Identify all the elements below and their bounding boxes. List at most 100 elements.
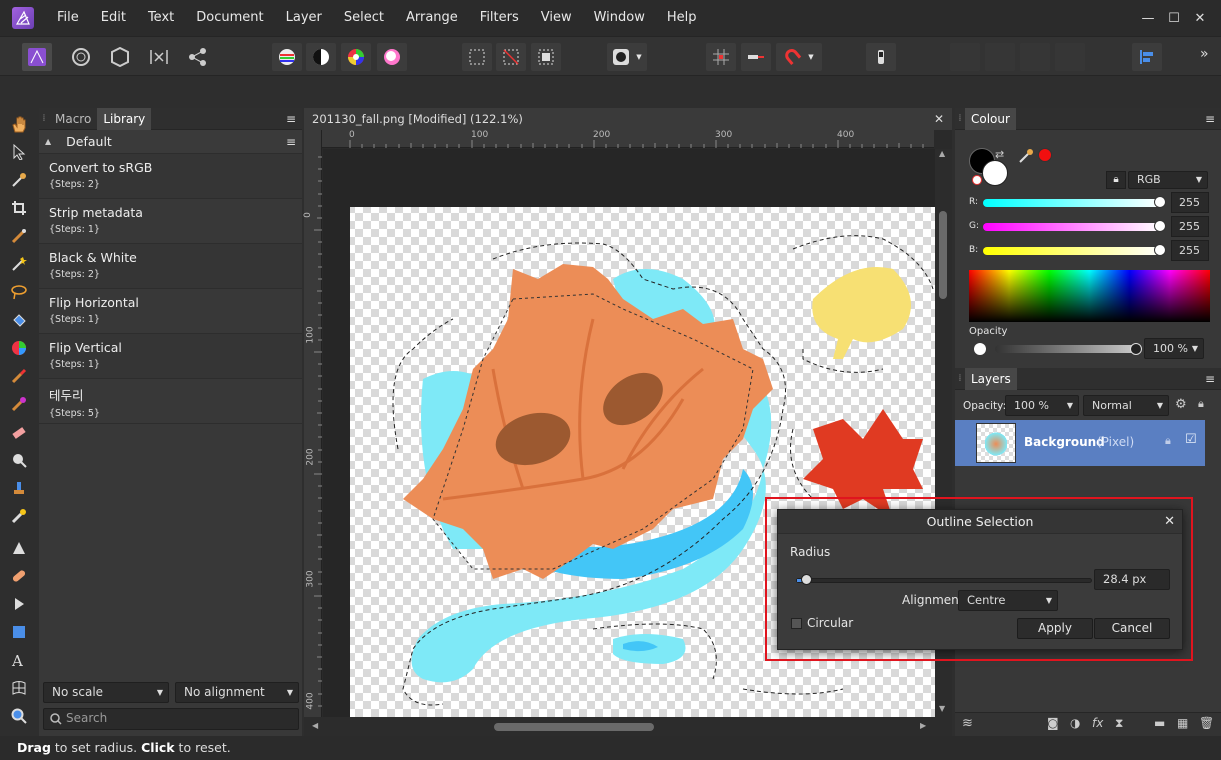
colour-opacity-handle[interactable] bbox=[1130, 343, 1142, 355]
color-picker-icon[interactable] bbox=[9, 170, 29, 190]
paint-brush-icon[interactable] bbox=[9, 366, 29, 386]
list-item[interactable]: Black & White {Steps: 2} bbox=[39, 244, 302, 289]
liquify-persona-icon[interactable] bbox=[66, 43, 96, 71]
color-spectrum[interactable] bbox=[969, 270, 1210, 322]
panel-menu-icon[interactable]: ≡ bbox=[1205, 372, 1215, 386]
snapping-magnet-icon[interactable]: ▼ bbox=[776, 43, 822, 71]
zoom-icon[interactable] bbox=[9, 706, 29, 726]
develop-persona-icon[interactable] bbox=[105, 43, 135, 71]
node-tool-icon[interactable] bbox=[9, 594, 29, 614]
menu-select[interactable]: Select bbox=[333, 0, 395, 36]
menu-text[interactable]: Text bbox=[137, 0, 185, 36]
flood-fill-icon[interactable] bbox=[9, 310, 29, 330]
layer-stack-icon[interactable]: ≋ bbox=[962, 716, 973, 731]
list-item[interactable]: Convert to sRGB {Steps: 2} bbox=[39, 154, 302, 199]
deselect-icon[interactable] bbox=[496, 43, 526, 71]
eyedropper-icon[interactable] bbox=[1018, 148, 1034, 167]
menu-filters[interactable]: Filters bbox=[469, 0, 530, 36]
delete-layer-icon[interactable]: 🗑︎ bbox=[1199, 716, 1214, 730]
mask-layer-icon[interactable]: ◙ bbox=[1047, 716, 1059, 730]
red-value-input[interactable]: 255 bbox=[1171, 192, 1209, 213]
blue-slider-handle[interactable] bbox=[1154, 244, 1166, 256]
menu-edit[interactable]: Edit bbox=[90, 0, 137, 36]
list-item[interactable]: Flip Horizontal {Steps: 1} bbox=[39, 289, 302, 334]
close-window-button[interactable]: ✕ bbox=[1187, 5, 1213, 31]
minimize-button[interactable]: — bbox=[1135, 5, 1161, 31]
tab-layers[interactable]: Layers bbox=[965, 367, 1017, 390]
select-all-icon[interactable] bbox=[462, 43, 492, 71]
quick-mask-icon[interactable]: ▼ bbox=[607, 43, 647, 71]
menu-arrange[interactable]: Arrange bbox=[395, 0, 469, 36]
vertical-scroll-thumb[interactable] bbox=[939, 211, 947, 299]
colour-opacity-input[interactable]: 100 % ▼ bbox=[1144, 338, 1204, 359]
layers-opacity-input[interactable]: 100 % ▼ bbox=[1005, 395, 1079, 416]
collapse-triangle-icon[interactable]: ▲ bbox=[45, 137, 51, 146]
layer-settings-gear-icon[interactable]: ⚙ bbox=[1175, 397, 1187, 412]
tone-mapping-persona-icon[interactable] bbox=[144, 43, 174, 71]
alignment-select[interactable]: No alignment ▼ bbox=[175, 682, 299, 703]
blue-slider[interactable] bbox=[983, 247, 1160, 255]
panel-menu-icon[interactable]: ≡ bbox=[1205, 112, 1215, 126]
color-model-select[interactable]: RGB ▼ bbox=[1128, 171, 1208, 189]
folder-icon[interactable]: ▬ bbox=[1154, 716, 1165, 730]
hourglass-icon[interactable]: ⧗ bbox=[1115, 716, 1123, 731]
scroll-right-icon[interactable]: ▶ bbox=[920, 721, 926, 730]
hsl-adjustment-icon[interactable] bbox=[341, 43, 371, 71]
scale-select[interactable]: No scale ▼ bbox=[43, 682, 169, 703]
horizontal-scroll-thumb[interactable] bbox=[494, 723, 654, 731]
layer-visibility-checkbox[interactable]: ☑ bbox=[1185, 432, 1197, 447]
layer-lock-icon[interactable]: 🔒︎ bbox=[1198, 397, 1204, 411]
scroll-left-icon[interactable]: ◀ bbox=[312, 721, 318, 730]
blue-value-input[interactable]: 255 bbox=[1171, 240, 1209, 261]
export-persona-icon[interactable] bbox=[183, 43, 213, 71]
align-left-icon[interactable] bbox=[1132, 43, 1162, 71]
close-document-icon[interactable]: ✕ bbox=[934, 108, 944, 130]
panel-grip-icon[interactable]: ⁞ bbox=[955, 108, 965, 130]
blemish-removal-icon[interactable] bbox=[9, 506, 29, 526]
erase-brush-icon[interactable] bbox=[9, 422, 29, 442]
picked-color-swatch[interactable] bbox=[1038, 148, 1052, 162]
swap-colors-icon[interactable]: ⇄ bbox=[995, 148, 1004, 161]
snapping-grid-icon[interactable] bbox=[706, 43, 736, 71]
maximize-button[interactable]: ☐ bbox=[1161, 5, 1187, 31]
sharpen-brush-icon[interactable] bbox=[9, 538, 29, 558]
photo-persona-icon[interactable] bbox=[22, 43, 52, 71]
arrange-icon[interactable] bbox=[1020, 43, 1050, 71]
panel-grip-icon[interactable]: ⁞ bbox=[39, 108, 49, 130]
colour-opacity-slider[interactable] bbox=[995, 345, 1139, 353]
tab-colour[interactable]: Colour bbox=[965, 107, 1016, 130]
menu-layer[interactable]: Layer bbox=[275, 0, 333, 36]
list-item[interactable]: 테두리 {Steps: 5} bbox=[39, 379, 302, 424]
scroll-up-icon[interactable]: ▲ bbox=[939, 149, 945, 158]
layer-row-background[interactable]: Background (Pixel) 🔒︎ ☑ bbox=[955, 420, 1205, 466]
secondary-color-swatch[interactable] bbox=[982, 160, 1008, 186]
green-slider[interactable] bbox=[983, 223, 1160, 231]
green-value-input[interactable]: 255 bbox=[1171, 216, 1209, 237]
black-white-adjustment-icon[interactable] bbox=[306, 43, 336, 71]
arrange-icon[interactable] bbox=[985, 43, 1015, 71]
menu-document[interactable]: Document bbox=[185, 0, 274, 36]
artistic-text-icon[interactable]: A bbox=[9, 650, 29, 670]
vertical-ruler[interactable]: 0 100 200 300 400 bbox=[303, 130, 322, 720]
document-tab[interactable]: 201130_fall.png [Modified] (122.1%) ✕ bbox=[304, 108, 952, 130]
bandage-icon[interactable] bbox=[9, 566, 29, 586]
adjustment-layer-icon[interactable]: ◑ bbox=[1070, 716, 1080, 730]
search-input[interactable]: Search bbox=[43, 708, 299, 730]
menu-file[interactable]: File bbox=[46, 0, 90, 36]
tab-macro[interactable]: Macro bbox=[49, 108, 97, 130]
move-arrow-icon[interactable] bbox=[9, 142, 29, 162]
layer-lock-toggle-icon[interactable]: 🔒︎ bbox=[1165, 434, 1171, 448]
force-pixel-alignment-icon[interactable] bbox=[741, 43, 771, 71]
invert-selection-icon[interactable] bbox=[531, 43, 561, 71]
panel-menu-icon[interactable]: ≡ bbox=[286, 112, 296, 126]
add-pixel-layer-icon[interactable]: ▦ bbox=[1177, 716, 1188, 730]
panel-grip-icon[interactable]: ⁞ bbox=[955, 368, 965, 390]
white-balance-icon[interactable] bbox=[377, 43, 407, 71]
gradient-icon[interactable] bbox=[9, 338, 29, 358]
library-group-header[interactable]: ▲ Default ≡ bbox=[39, 130, 302, 154]
assistant-icon[interactable] bbox=[866, 43, 896, 71]
menu-view[interactable]: View bbox=[530, 0, 583, 36]
scroll-down-icon[interactable]: ▼ bbox=[939, 704, 945, 713]
tab-library[interactable]: Library bbox=[97, 107, 152, 130]
rectangle-tool-icon[interactable] bbox=[9, 622, 29, 642]
